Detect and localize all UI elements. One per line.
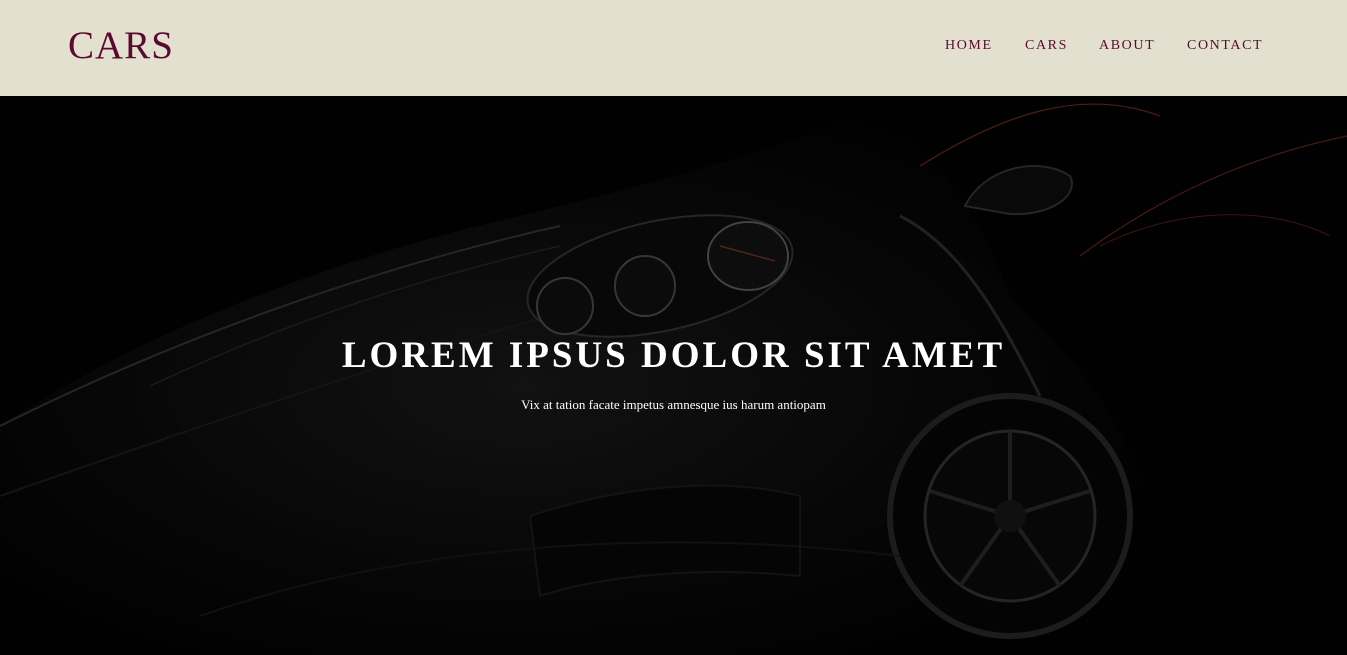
nav-cars[interactable]: CARS bbox=[1025, 37, 1068, 55]
hero-section: LOREM IPSUS DOLOR SIT AMET Vix at tation… bbox=[0, 96, 1347, 655]
hero-title: LOREM IPSUS DOLOR SIT AMET bbox=[341, 335, 1006, 376]
nav-home[interactable]: HOME bbox=[945, 37, 993, 55]
hero-subtitle: Vix at tation facate impetus amnesque iu… bbox=[521, 397, 826, 412]
main-nav: HOME CARS ABOUT CONTACT bbox=[0, 37, 1347, 57]
site-header: CARS HOME CARS ABOUT CONTACT bbox=[0, 0, 1347, 96]
nav-about[interactable]: ABOUT bbox=[1099, 37, 1155, 55]
nav-contact[interactable]: CONTACT bbox=[1187, 37, 1263, 55]
